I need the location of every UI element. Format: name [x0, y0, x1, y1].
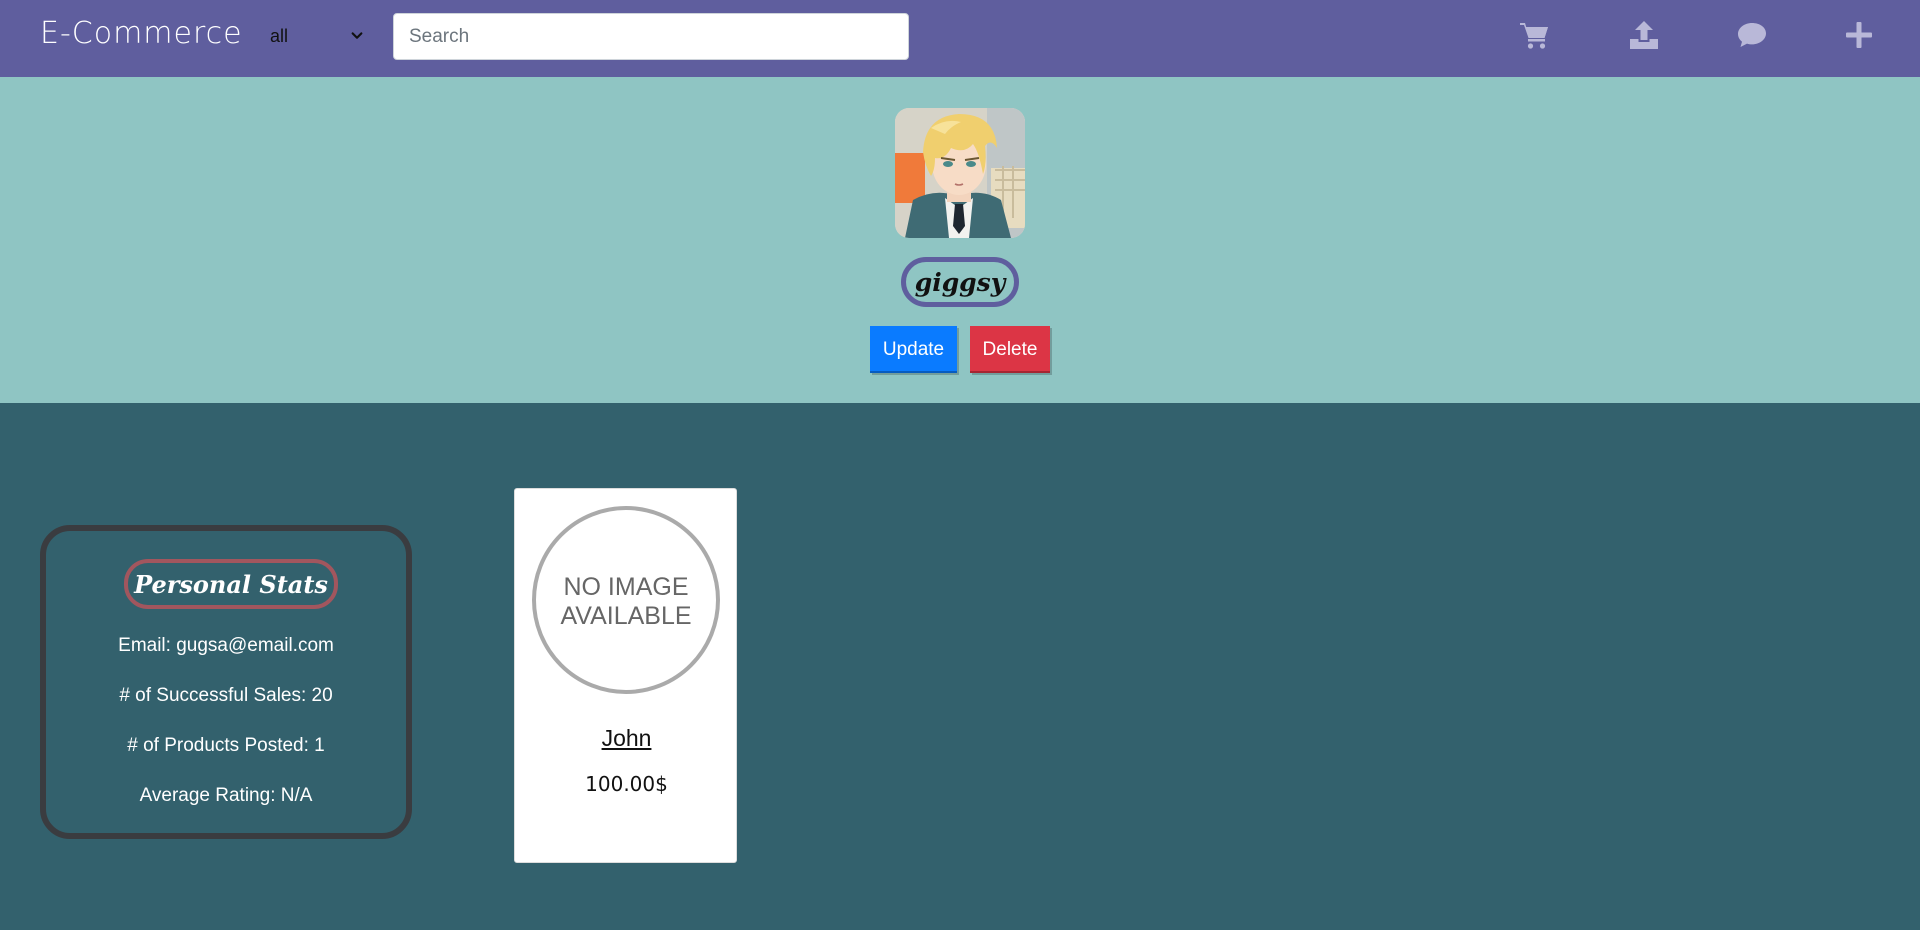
search-input[interactable]	[393, 13, 909, 60]
product-name-link[interactable]: John	[515, 725, 738, 752]
no-image-text-line2: AVAILABLE	[560, 602, 691, 630]
messages-button[interactable]	[1732, 17, 1772, 53]
profile-header: giggsy Update Delete	[0, 77, 1920, 403]
category-selected-value: all	[270, 25, 289, 46]
update-button[interactable]: Update	[870, 326, 957, 373]
no-image-text-line1: NO IMAGE	[563, 573, 688, 601]
category-select[interactable]: all	[262, 18, 374, 54]
add-product-button[interactable]	[1839, 17, 1879, 53]
product-price: 100.00$	[585, 772, 668, 796]
username-badge: giggsy	[901, 257, 1019, 307]
product-card[interactable]: NO IMAGE AVAILABLE John 100.00$	[514, 488, 737, 863]
stat-successful-sales: # of Successful Sales: 20	[119, 685, 333, 706]
cart-button[interactable]	[1514, 17, 1554, 53]
delete-button[interactable]: Delete	[970, 326, 1050, 373]
plus-icon	[1846, 22, 1872, 48]
no-image-placeholder: NO IMAGE AVAILABLE	[532, 506, 720, 694]
stat-products-posted: # of Products Posted: 1	[127, 735, 325, 756]
avatar-illustration	[895, 108, 1025, 238]
avatar	[895, 108, 1025, 238]
stat-email: Email: gugsa@email.com	[118, 635, 334, 656]
cart-icon	[1520, 23, 1548, 49]
personal-stats-card: Personal Stats Email: gugsa@email.com # …	[40, 525, 412, 839]
navbar: E-Commerce all	[0, 0, 1920, 77]
upload-button[interactable]	[1624, 17, 1664, 53]
upload-icon	[1630, 21, 1658, 49]
chevron-down-icon	[351, 32, 363, 39]
brand-logo[interactable]: E-Commerce	[40, 16, 243, 51]
stat-average-rating: Average Rating: N/A	[139, 785, 313, 806]
stats-title: Personal Stats	[124, 559, 338, 609]
chat-icon	[1738, 23, 1766, 47]
